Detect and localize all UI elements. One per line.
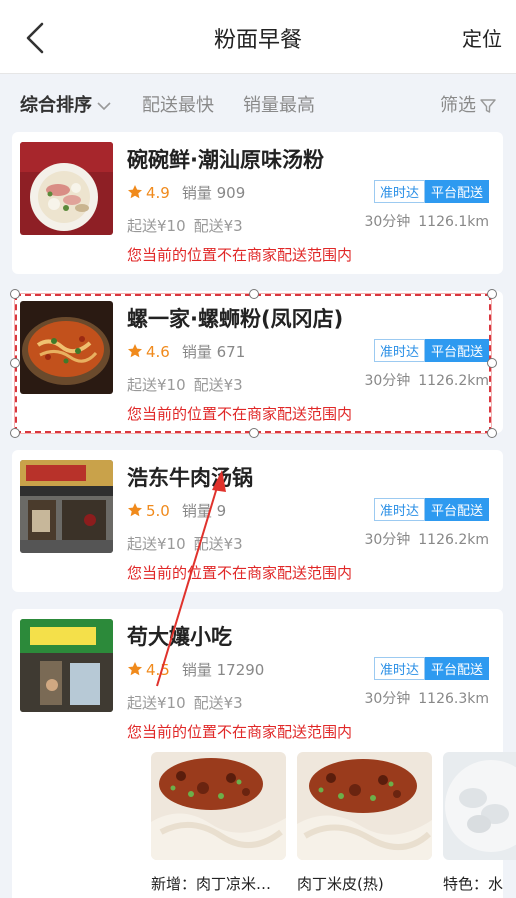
delivery-badges: 准时达 平台配送 <box>373 498 489 521</box>
filter-label: 筛选 <box>440 95 476 116</box>
sales-count: 销量 17290 <box>181 661 265 679</box>
resize-handle[interactable] <box>487 428 497 438</box>
chevron-down-icon <box>97 102 111 111</box>
sort-sales-tab[interactable]: 销量最高 <box>243 91 315 117</box>
sort-fast-tab[interactable]: 配送最快 <box>142 91 214 117</box>
rating-row: 4.9 销量 909 <box>127 182 245 203</box>
out-of-range-warning: 您当前的位置不在商家配送范围内 <box>127 246 353 264</box>
rating-value: 4.9 <box>146 184 170 202</box>
min-order: 起送¥10 <box>127 694 186 712</box>
resize-handle[interactable] <box>10 428 20 438</box>
delivery-badges: 准时达 平台配送 <box>373 657 489 680</box>
selection-box <box>14 293 492 434</box>
sort-default-label: 综合排序 <box>20 95 92 116</box>
fee-row: 起送¥10 配送¥3 <box>127 692 243 713</box>
shop-card[interactable]: 浩东牛肉汤锅 5.0 销量 9 准时达 平台配送 起送¥10 配送¥3 30分钟 112… <box>12 450 503 592</box>
shop-name: 碗碗鲜·潮汕原味汤粉 <box>127 148 324 172</box>
distance: 1126.1km <box>418 214 489 230</box>
filter-icon <box>480 99 496 113</box>
rating-value: 4.5 <box>146 661 170 679</box>
shop-name: 浩东牛肉汤锅 <box>127 466 253 490</box>
delivery-badges: 准时达 平台配送 <box>373 180 489 203</box>
time-distance-row: 30分钟 1126.3km <box>364 688 489 708</box>
resize-handle[interactable] <box>249 428 259 438</box>
sort-bar: 综合排序 配送最快 销量最高 筛选 <box>0 74 516 132</box>
platform-delivery-badge: 平台配送 <box>424 498 489 521</box>
delivery-fee: 配送¥3 <box>193 694 243 712</box>
rating-row: 4.5 销量 17290 <box>127 659 264 680</box>
star-icon <box>128 185 142 199</box>
rating-value: 5.0 <box>146 502 170 520</box>
delivery-fee: 配送¥3 <box>193 217 243 235</box>
resize-handle[interactable] <box>10 289 20 299</box>
shop-thumbnail <box>20 142 113 235</box>
shop-card[interactable]: 碗碗鲜·潮汕原味汤粉 4.9 销量 909 准时达 平台配送 起送¥10 配送¥3 3… <box>12 132 503 274</box>
star-icon <box>128 662 142 676</box>
fee-row: 起送¥10 配送¥3 <box>127 215 243 236</box>
resize-handle[interactable] <box>487 358 497 368</box>
distance: 1126.2km <box>418 532 489 548</box>
dish-label: 肉丁米皮(热) <box>297 875 384 893</box>
resize-handle[interactable] <box>10 358 20 368</box>
ontime-badge: 准时达 <box>373 180 425 203</box>
sales-count: 销量 9 <box>181 502 227 520</box>
filter-button[interactable]: 筛选 <box>440 91 496 117</box>
time-distance-row: 30分钟 1126.2km <box>364 529 489 549</box>
delivery-time: 30分钟 <box>364 532 411 548</box>
top-bar: 粉面早餐 定位 <box>0 0 516 74</box>
out-of-range-warning: 您当前的位置不在商家配送范围内 <box>127 564 353 582</box>
ontime-badge: 准时达 <box>373 657 425 680</box>
shop-thumbnail <box>20 460 113 553</box>
star-icon <box>128 503 142 517</box>
delivery-fee: 配送¥3 <box>193 535 243 553</box>
ontime-badge: 准时达 <box>373 498 425 521</box>
delivery-time: 30分钟 <box>364 214 411 230</box>
dish-label: 特色：水 <box>443 875 504 893</box>
sort-default-tab[interactable]: 综合排序 <box>20 91 112 117</box>
out-of-range-warning: 您当前的位置不在商家配送范围内 <box>127 723 353 741</box>
platform-delivery-badge: 平台配送 <box>424 657 489 680</box>
fee-row: 起送¥10 配送¥3 <box>127 533 243 554</box>
shop-thumbnail <box>20 619 113 712</box>
dish-label: 新增：肉丁凉米… <box>151 875 272 893</box>
page-title: 粉面早餐 <box>213 28 302 53</box>
time-distance-row: 30分钟 1126.1km <box>364 211 489 231</box>
locate-button[interactable]: 定位 <box>462 23 502 52</box>
resize-handle[interactable] <box>249 289 259 299</box>
sales-count: 销量 909 <box>181 184 246 202</box>
min-order: 起送¥10 <box>127 217 186 235</box>
dish-image[interactable] <box>297 752 432 860</box>
resize-handle[interactable] <box>487 289 497 299</box>
platform-delivery-badge: 平台配送 <box>424 180 489 203</box>
distance: 1126.3km <box>418 691 489 707</box>
dish-image[interactable] <box>151 752 286 860</box>
delivery-time: 30分钟 <box>364 691 411 707</box>
min-order: 起送¥10 <box>127 535 186 553</box>
dish-image[interactable] <box>443 752 516 860</box>
rating-row: 5.0 销量 9 <box>127 500 226 521</box>
shop-name: 苟大孃小吃 <box>127 625 232 649</box>
